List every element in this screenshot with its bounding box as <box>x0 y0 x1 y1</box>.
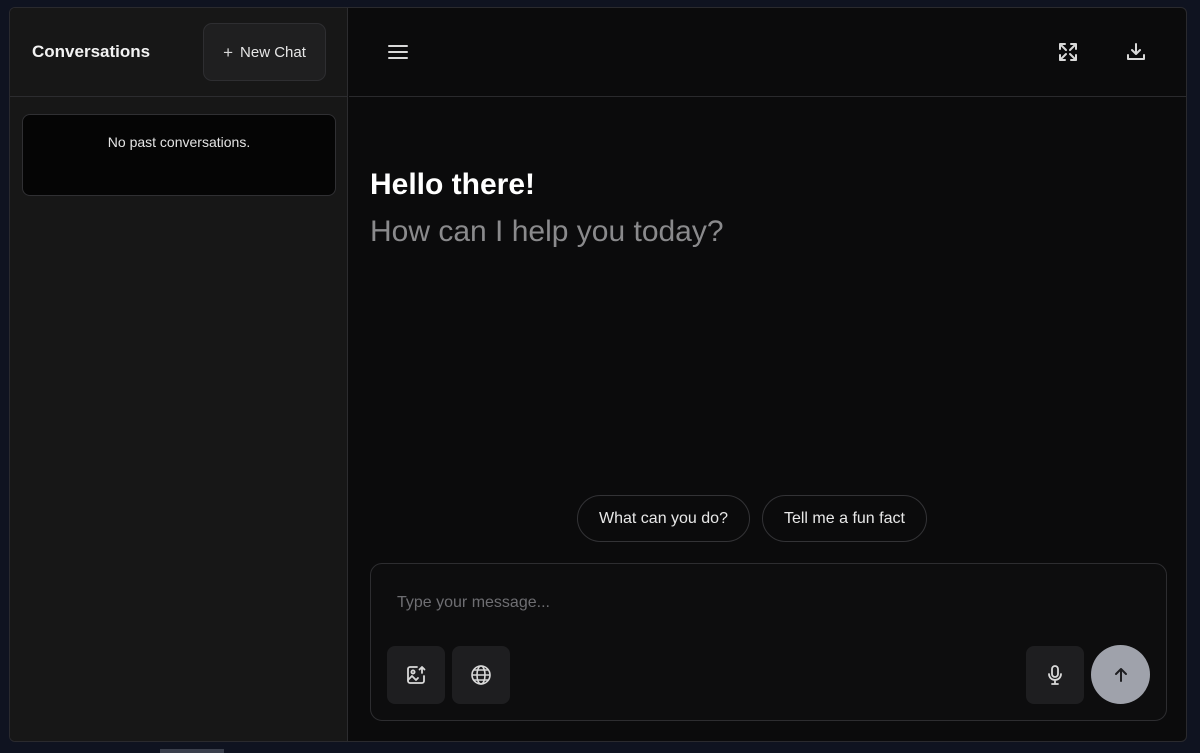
suggestion-chip-what-can-you-do[interactable]: What can you do? <box>577 495 750 542</box>
empty-conversations-box: No past conversations. <box>22 114 336 196</box>
suggestion-chip-fun-fact[interactable]: Tell me a fun fact <box>761 495 927 542</box>
empty-conversations-message: No past conversations. <box>107 134 251 150</box>
app-window: Conversations + New Chat No past convers… <box>9 7 1187 742</box>
upload-image-button[interactable] <box>387 646 445 704</box>
new-chat-button[interactable]: + New Chat <box>203 23 326 81</box>
greeting-heading: Hello there! <box>370 168 536 201</box>
download-icon <box>1127 43 1145 60</box>
send-button[interactable] <box>1091 645 1150 704</box>
download-button[interactable] <box>1123 39 1149 65</box>
top-bar <box>349 8 1186 97</box>
suggestion-chips: What can you do? Tell me a fun fact <box>577 495 927 542</box>
expand-button[interactable] <box>1055 39 1081 65</box>
microphone-button[interactable] <box>1026 646 1084 704</box>
menu-icon <box>388 45 408 59</box>
web-search-button[interactable] <box>452 646 510 704</box>
menu-button[interactable] <box>385 39 411 65</box>
plus-icon: + <box>223 42 234 62</box>
new-chat-label: New Chat <box>240 43 306 61</box>
message-input[interactable] <box>397 594 1137 612</box>
expand-icon <box>1059 43 1077 61</box>
microphone-icon <box>1048 665 1062 685</box>
globe-icon <box>471 665 491 685</box>
message-composer <box>370 563 1167 721</box>
chat-main: Hello there! How can I help you today? W… <box>349 8 1186 741</box>
sidebar: Conversations + New Chat No past convers… <box>10 8 348 741</box>
scrollbar-thumb[interactable] <box>160 749 224 753</box>
image-upload-icon <box>407 666 426 684</box>
arrow-up-icon <box>1114 667 1127 682</box>
sidebar-header: Conversations + New Chat <box>10 8 347 97</box>
sidebar-title: Conversations <box>32 42 151 61</box>
greeting-subheading: How can I help you today? <box>370 215 724 248</box>
